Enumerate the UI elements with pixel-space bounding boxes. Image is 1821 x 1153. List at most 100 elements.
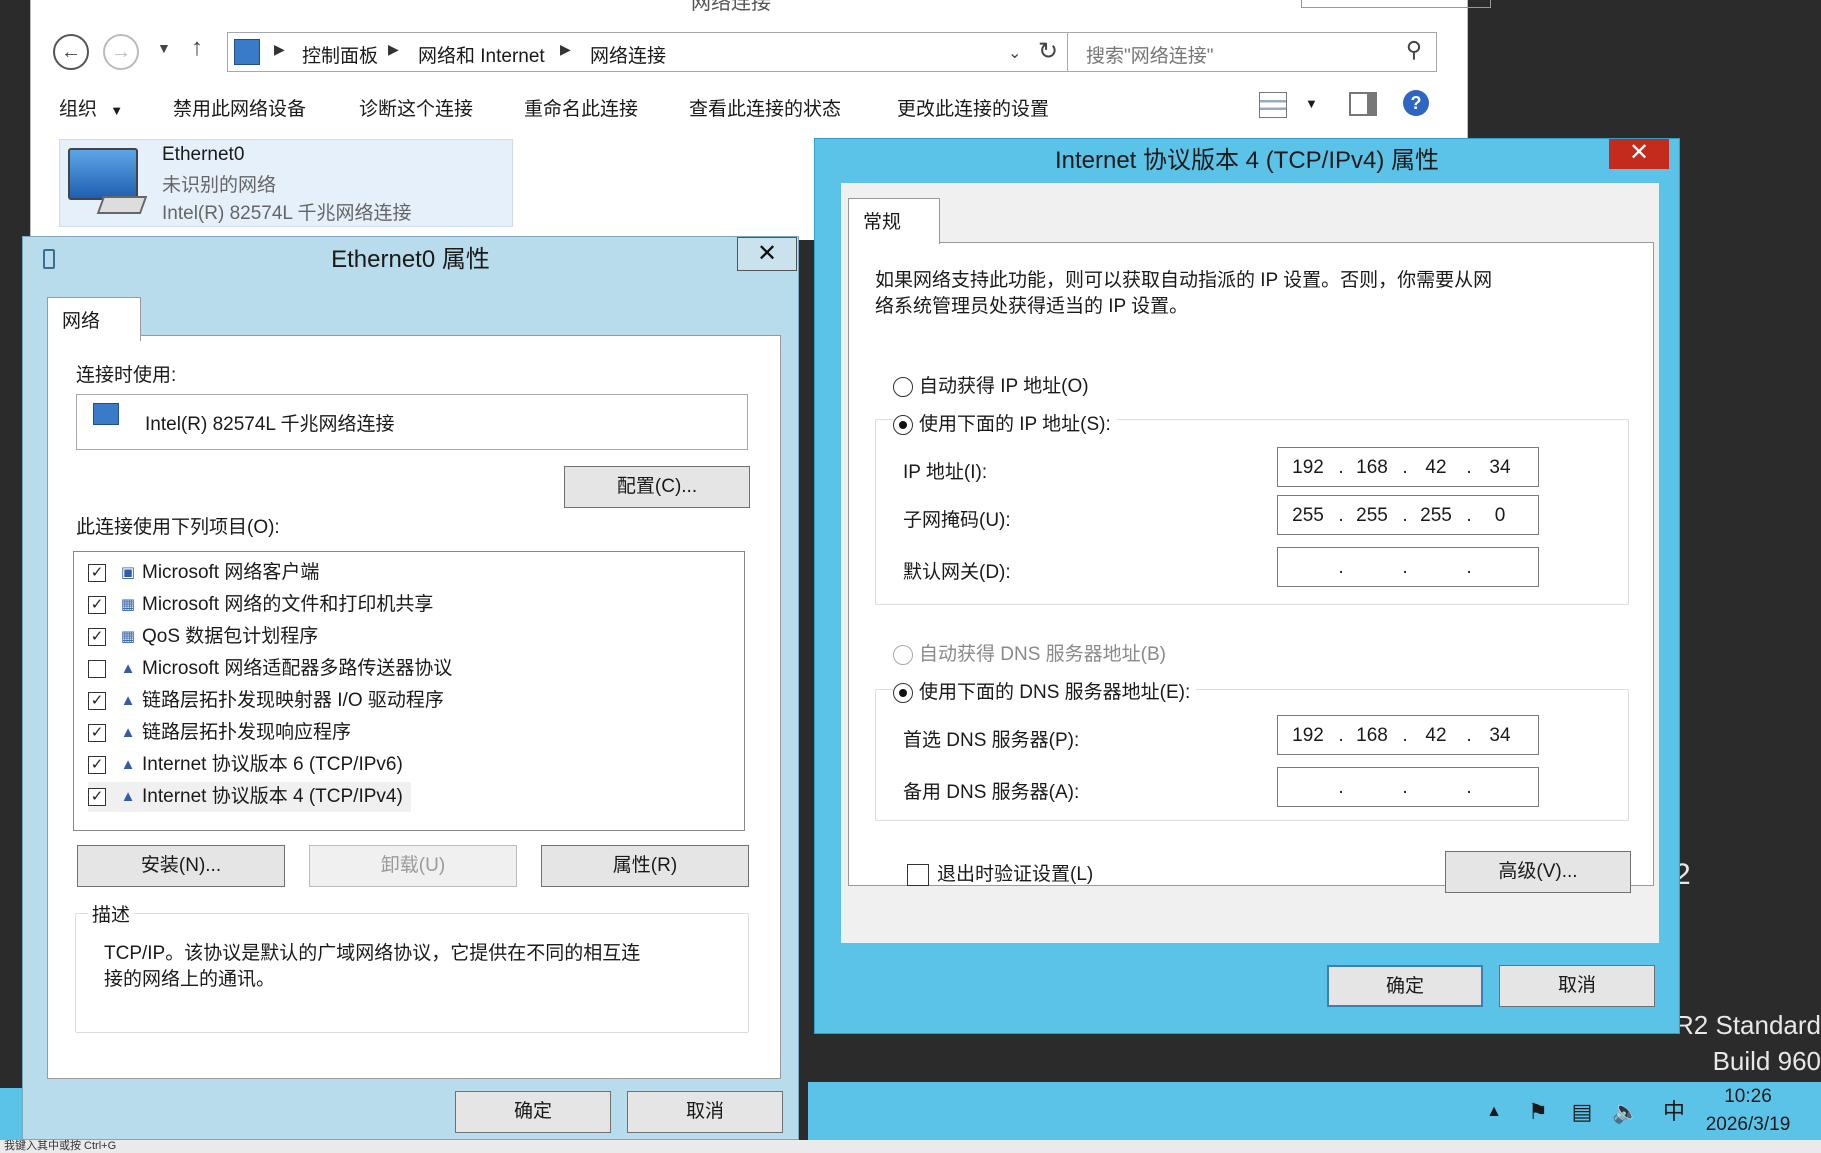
- dropdown-arrow-icon: ▼: [110, 103, 124, 118]
- item-checkbox[interactable]: ✓: [88, 692, 106, 710]
- cancel-button[interactable]: 取消: [627, 1091, 783, 1133]
- ethernet0-connection-tile[interactable]: Ethernet0 未识别的网络 Intel(R) 82574L 千兆网络连接: [59, 139, 513, 227]
- view-status-button[interactable]: 查看此连接的状态: [689, 94, 841, 121]
- adapter-name: Intel(R) 82574L 千兆网络连接: [145, 414, 395, 435]
- item-checkbox[interactable]: ✓: [88, 724, 106, 742]
- ok-button[interactable]: 确定: [1327, 965, 1483, 1007]
- control-panel-icon: [234, 39, 260, 65]
- help-icon[interactable]: ?: [1403, 90, 1429, 116]
- organize-button[interactable]: 组织 ▼: [59, 94, 123, 121]
- breadcrumb-arrow-icon: ▶: [560, 41, 571, 57]
- item-checkbox[interactable]: ✓: [88, 756, 106, 774]
- tab-network[interactable]: 网络: [47, 297, 141, 341]
- diagnose-button[interactable]: 诊断这个连接: [359, 94, 473, 121]
- info-text-line1: 如果网络支持此功能，则可以获取自动指派的 IP 设置。否则，你需要从网: [875, 270, 1493, 291]
- general-tab-panel: 如果网络支持此功能，则可以获取自动指派的 IP 设置。否则，你需要从网 络系统管…: [848, 242, 1654, 893]
- preferred-dns-field[interactable]: 192. 168. 42. 34: [1277, 715, 1539, 755]
- default-gateway-label: 默认网关(D):: [903, 562, 1011, 583]
- default-gateway-field[interactable]: . . .: [1277, 547, 1539, 587]
- manual-dns-radio[interactable]: 使用下面的 DNS 服务器地址(E):: [893, 677, 1197, 704]
- back-button[interactable]: ←: [53, 34, 89, 70]
- subnet-mask-field[interactable]: 255. 255. 255. 0: [1277, 495, 1539, 535]
- action-center-flag-icon[interactable]: ⚑: [1524, 1098, 1552, 1126]
- show-hidden-icons-icon[interactable]: ▲: [1480, 1098, 1508, 1126]
- radio-icon: [893, 682, 913, 703]
- list-item[interactable]: ✓ ▣ Microsoft 网络客户端: [88, 558, 319, 588]
- protocol-icon: ▲: [120, 724, 136, 741]
- install-button[interactable]: 安装(N)...: [77, 845, 285, 887]
- close-button[interactable]: ✕: [737, 237, 797, 271]
- change-settings-button[interactable]: 更改此连接的设置: [897, 94, 1049, 121]
- item-checkbox[interactable]: ✓: [88, 628, 106, 646]
- search-input[interactable]: 搜索"网络连接" ⚲: [1067, 32, 1437, 72]
- tab-general[interactable]: 常规: [848, 198, 940, 244]
- recent-dropdown-icon[interactable]: ▼: [157, 40, 171, 56]
- address-dropdown-icon[interactable]: ⌄: [1008, 43, 1021, 63]
- network-adapter-icon: [68, 148, 138, 200]
- view-options-icon[interactable]: [1259, 92, 1287, 118]
- service-icon: ▦: [120, 596, 136, 613]
- alternate-dns-field[interactable]: . . .: [1277, 767, 1539, 807]
- address-row: ← → ▼ ↑ ▶ 控制面板 ▶ 网络和 Internet ▶ 网络连接 ⌄ ↻…: [31, 20, 1467, 82]
- window-controls: [1301, 0, 1491, 8]
- address-bar[interactable]: ▶ 控制面板 ▶ 网络和 Internet ▶ 网络连接 ⌄ ↻: [227, 32, 1077, 72]
- protocol-icon: ▲: [120, 756, 136, 773]
- status-bar: 我键入其中或按 Ctrl+G: [0, 1140, 1821, 1153]
- search-placeholder: 搜索"网络连接": [1086, 46, 1214, 67]
- view-dropdown-icon[interactable]: ▼: [1305, 96, 1318, 111]
- ip-address-field[interactable]: 192. 168. 42. 34: [1277, 447, 1539, 487]
- clock[interactable]: 10:26 2026/3/19: [1683, 1083, 1813, 1139]
- ok-button[interactable]: 确定: [455, 1091, 611, 1133]
- properties-button[interactable]: 属性(R): [541, 845, 749, 887]
- preview-pane-icon[interactable]: [1349, 92, 1377, 116]
- subnet-mask-label: 子网掩码(U):: [903, 510, 1011, 531]
- cancel-button[interactable]: 取消: [1499, 965, 1655, 1007]
- list-item[interactable]: ✓ ▲ Internet 协议版本 6 (TCP/IPv6): [88, 750, 403, 780]
- item-checkbox[interactable]: ✓: [88, 564, 106, 582]
- network-icon[interactable]: ▤: [1568, 1098, 1596, 1126]
- description-group: 描述 TCP/IP。该协议是默认的广域网络协议，它提供在不同的相互连 接的网络上…: [75, 900, 749, 1033]
- advanced-button[interactable]: 高级(V)...: [1445, 851, 1631, 893]
- refresh-icon[interactable]: ↻: [1038, 37, 1058, 66]
- clock-date: 2026/3/19: [1705, 1114, 1791, 1135]
- breadcrumb-arrow-icon: ▶: [388, 41, 399, 57]
- list-item-selected[interactable]: ✓ ▲ Internet 协议版本 4 (TCP/IPv4): [88, 782, 411, 812]
- breadcrumb-network-internet[interactable]: 网络和 Internet: [418, 41, 545, 68]
- protocol-icon: ▲: [120, 660, 136, 677]
- list-item[interactable]: ✓ ▲ 链路层拓扑发现响应程序: [88, 718, 351, 748]
- close-button[interactable]: ✕: [1609, 139, 1669, 169]
- disable-device-button[interactable]: 禁用此网络设备: [173, 94, 306, 121]
- volume-muted-icon[interactable]: 🔈: [1612, 1098, 1640, 1126]
- network-adapter-icon: [93, 403, 119, 425]
- search-icon: ⚲: [1405, 37, 1422, 62]
- list-item[interactable]: ✓ ▲ 链路层拓扑发现映射器 I/O 驱动程序: [88, 686, 444, 716]
- list-item[interactable]: ▲ Microsoft 网络适配器多路传送器协议: [88, 654, 452, 684]
- item-checkbox[interactable]: [88, 660, 106, 678]
- validate-on-exit-checkbox[interactable]: 退出时验证设置(L): [907, 859, 1093, 886]
- taskbar-left-edge: [0, 1088, 22, 1140]
- description-label: 描述: [88, 900, 135, 927]
- protocol-icon: ▲: [120, 788, 136, 805]
- rename-button[interactable]: 重命名此连接: [524, 94, 638, 121]
- components-list[interactable]: ✓ ▣ Microsoft 网络客户端 ✓ ▦ Microsoft 网络的文件和打印机共…: [73, 551, 745, 831]
- checkbox-icon: [907, 863, 929, 886]
- dialog-title: Ethernet0 属性: [331, 246, 490, 273]
- breadcrumb-network-connections[interactable]: 网络连接: [590, 41, 666, 68]
- list-item[interactable]: ✓ ▦ Microsoft 网络的文件和打印机共享: [88, 590, 433, 620]
- desktop-os-edition: R2 Standard: [1675, 1010, 1821, 1040]
- radio-icon: [893, 376, 913, 397]
- manual-ip-radio[interactable]: 使用下面的 IP 地址(S):: [893, 409, 1117, 436]
- up-arrow-icon[interactable]: ↑: [191, 34, 203, 62]
- configure-button[interactable]: 配置(C)...: [564, 466, 750, 508]
- preferred-dns-label: 首选 DNS 服务器(P):: [903, 730, 1080, 751]
- item-checkbox[interactable]: ✓: [88, 788, 106, 806]
- connection-status: 未识别的网络: [162, 175, 277, 196]
- forward-button[interactable]: →: [103, 34, 139, 70]
- desktop-os-build: Build 960: [1712, 1046, 1821, 1076]
- breadcrumb-control-panel[interactable]: 控制面板: [302, 41, 378, 68]
- list-item[interactable]: ✓ ▦ QoS 数据包计划程序: [88, 622, 318, 652]
- auto-ip-radio[interactable]: 自动获得 IP 地址(O): [893, 371, 1089, 398]
- ipv4-properties-dialog: Internet 协议版本 4 (TCP/IPv4) 属性 ✕ 常规 如果网络支…: [814, 138, 1680, 1034]
- description-text-line1: TCP/IP。该协议是默认的广域网络协议，它提供在不同的相互连: [104, 943, 641, 964]
- item-checkbox[interactable]: ✓: [88, 596, 106, 614]
